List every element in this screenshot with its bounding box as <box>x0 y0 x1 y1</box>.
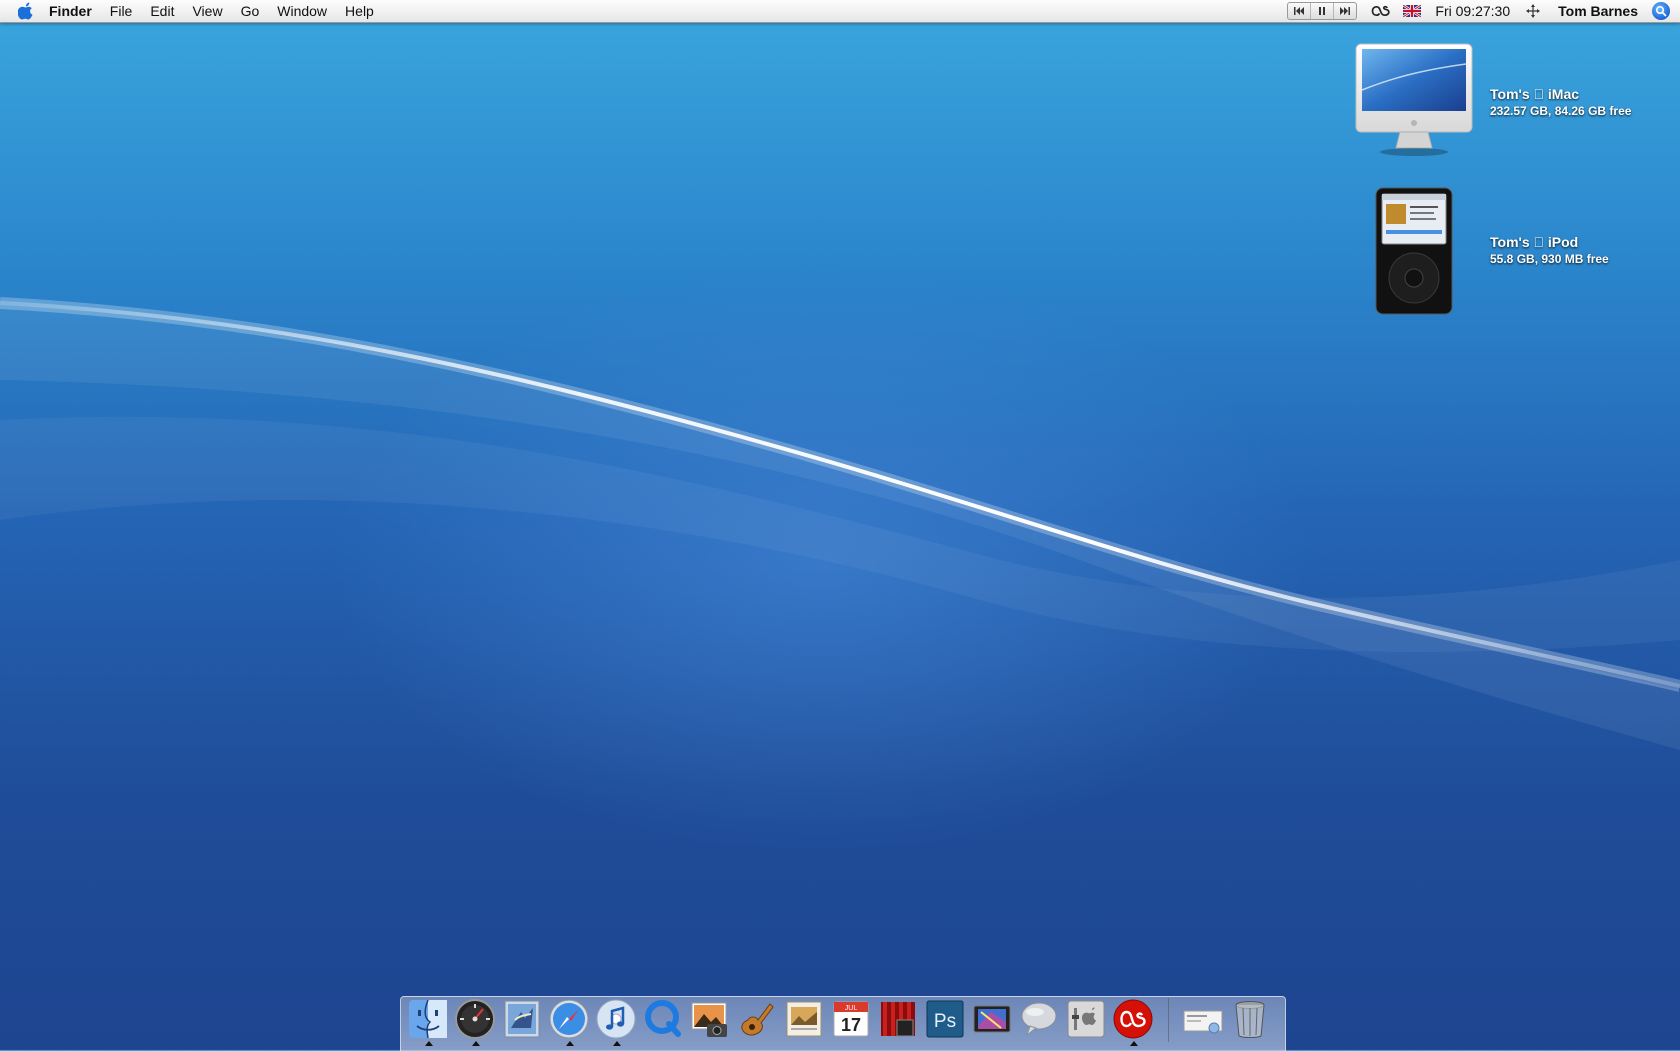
dock-icons: JUL 17 Ps <box>406 996 1275 1046</box>
dock-documents-stack-icon[interactable] <box>1181 996 1225 1042</box>
dock-idvd-icon[interactable] <box>970 996 1014 1042</box>
running-indicator <box>613 1041 621 1046</box>
running-indicator <box>425 1041 433 1046</box>
menu-finder[interactable]: Finder <box>40 0 101 22</box>
uk-flag-icon[interactable] <box>1403 5 1422 17</box>
dock-trash-icon[interactable] <box>1228 996 1272 1042</box>
menu-edit[interactable]: Edit <box>141 0 183 22</box>
desktop-item-ipod[interactable]: Tom's  iPod 55.8 GB, 930 MB free <box>1352 186 1609 316</box>
desktop-item-info: 55.8 GB, 930 MB free <box>1490 252 1609 266</box>
menu-view[interactable]: View <box>183 0 231 22</box>
dock-ical-icon[interactable]: JUL 17 <box>829 996 873 1042</box>
running-indicator <box>472 1041 480 1046</box>
running-indicator <box>566 1041 574 1046</box>
dock-separator <box>1168 998 1169 1042</box>
dock-system-preferences-icon[interactable] <box>1064 996 1108 1042</box>
ical-month: JUL <box>845 1005 858 1012</box>
desktop-item-name: Tom's  iMac <box>1490 85 1579 102</box>
dock-garageband-icon[interactable] <box>735 996 779 1042</box>
dock-lastfm-icon[interactable] <box>1111 996 1155 1046</box>
dock-mail-icon[interactable] <box>500 996 544 1042</box>
ical-date: 17 <box>841 1015 861 1035</box>
menu-window[interactable]: Window <box>268 0 336 22</box>
desktop-item-imac[interactable]: Tom's  iMac 232.57 GB, 84.26 GB free <box>1352 40 1631 165</box>
dock-dashboard-icon[interactable] <box>453 996 497 1046</box>
desktop-item-info: 232.57 GB, 84.26 GB free <box>1490 103 1632 118</box>
move-arrows-icon[interactable] <box>1526 4 1541 18</box>
menu-bar: Finder File Edit View Go Window Help Fri… <box>0 0 1680 23</box>
itunes-pause-icon[interactable] <box>1311 3 1335 19</box>
menu-go[interactable]: Go <box>232 0 269 22</box>
dock-finder-icon[interactable] <box>406 996 450 1046</box>
menu-help[interactable]: Help <box>336 0 383 22</box>
dock-photoshop-icon[interactable]: Ps <box>923 996 967 1042</box>
dock-iphoto-icon[interactable] <box>688 996 732 1042</box>
itunes-next-icon[interactable] <box>1334 3 1356 19</box>
itunes-previous-icon[interactable] <box>1288 3 1312 19</box>
dock-quicktime-icon[interactable] <box>641 996 685 1042</box>
menu-file[interactable]: File <box>101 0 142 22</box>
dock-safari-icon[interactable] <box>547 996 591 1046</box>
ipod-icon[interactable] <box>1352 186 1476 316</box>
menubar-clock[interactable]: Fri 09:27:30 <box>1435 3 1510 19</box>
dock-front-row-icon[interactable] <box>876 996 920 1042</box>
running-indicator <box>1130 1041 1138 1046</box>
itunes-controls <box>1287 2 1358 20</box>
user-menu[interactable]: Tom Barnes <box>1558 3 1638 19</box>
apple-logo-icon[interactable] <box>12 2 40 20</box>
dock-preview-icon[interactable] <box>782 996 826 1042</box>
imac-icon[interactable] <box>1352 40 1476 165</box>
photoshop-label: Ps <box>934 1011 956 1032</box>
spotlight-icon[interactable] <box>1652 2 1670 20</box>
desktop-item-name: Tom's  iPod <box>1490 234 1578 250</box>
dock-ichat-icon[interactable] <box>1017 996 1061 1042</box>
lastfm-icon[interactable] <box>1371 5 1391 17</box>
dock-itunes-icon[interactable] <box>594 996 638 1046</box>
